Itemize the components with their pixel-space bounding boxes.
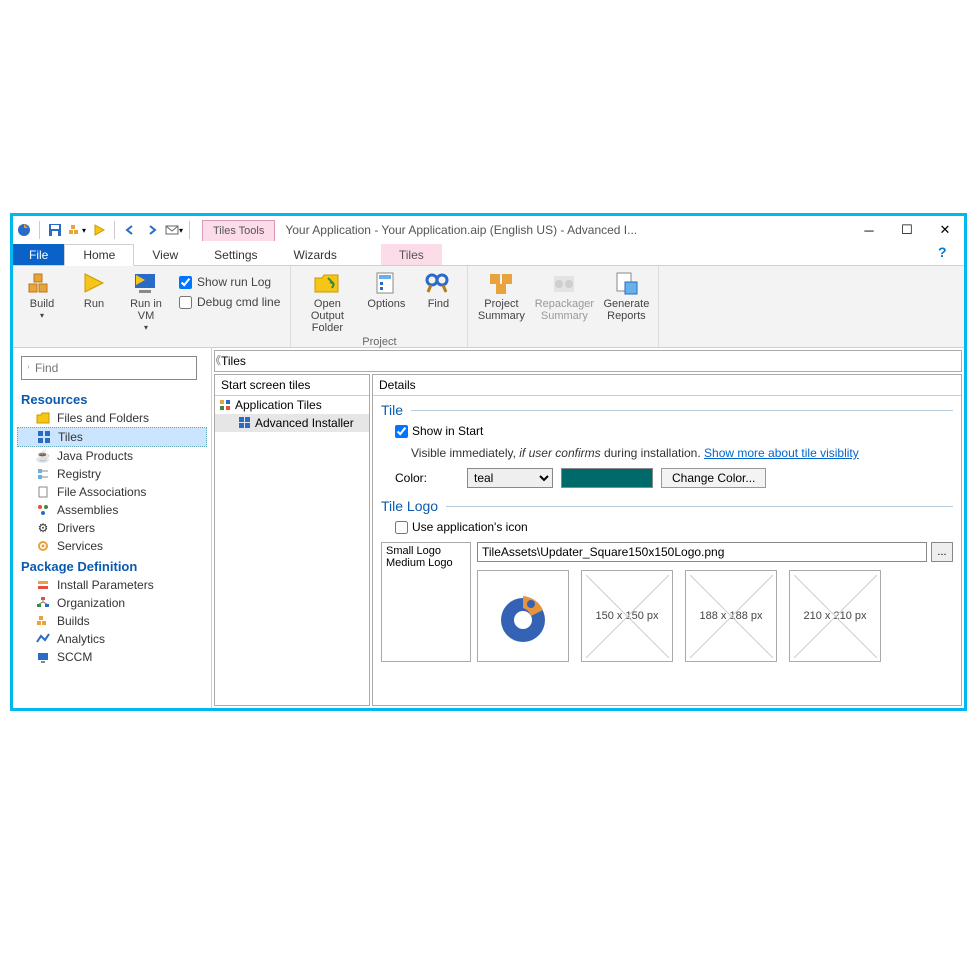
tile-logo-section-title: Tile Logo: [373, 492, 961, 516]
help-button[interactable]: ?: [938, 244, 964, 265]
maximize-button[interactable]: ☐: [888, 216, 926, 244]
close-button[interactable]: ✕: [926, 216, 964, 244]
open-output-button[interactable]: Open Output Folder: [297, 268, 357, 336]
medium-logo-item[interactable]: Medium Logo: [386, 557, 466, 569]
mail-icon[interactable]: ▾: [165, 221, 183, 239]
debug-cmd-checkbox[interactable]: Debug cmd line: [175, 292, 284, 312]
sidebar-item-analytics[interactable]: Analytics: [17, 630, 207, 648]
forward-icon[interactable]: [143, 221, 161, 239]
ribbon: Build▾ Run Run in VM▾ Show run Log Debug…: [13, 266, 964, 348]
logo-thumb-preview[interactable]: [477, 570, 569, 662]
small-logo-item[interactable]: Small Logo: [386, 545, 466, 557]
color-swatch: [561, 468, 653, 488]
browse-button[interactable]: ...: [931, 542, 953, 562]
project-summary-button[interactable]: Project Summary: [474, 268, 528, 324]
start-tiles-panel: Start screen tiles Application Tiles Adv…: [214, 374, 370, 706]
sidebar-item-assemblies[interactable]: Assemblies: [17, 501, 207, 519]
show-in-start-checkbox[interactable]: Show in Start: [395, 424, 483, 438]
search-icon: [28, 362, 29, 374]
drivers-icon: ⚙: [35, 520, 51, 536]
options-button[interactable]: Options: [363, 268, 409, 312]
java-icon: ☕: [35, 448, 51, 464]
details-header: Details: [373, 375, 961, 396]
run-vm-button[interactable]: Run in VM▾: [123, 268, 169, 335]
search-box[interactable]: [21, 356, 197, 380]
change-color-button[interactable]: Change Color...: [661, 468, 766, 488]
fileassoc-icon: [35, 484, 51, 500]
sidebar-item-drivers[interactable]: ⚙Drivers: [17, 519, 207, 537]
minimize-button[interactable]: ─: [850, 216, 888, 244]
details-panel: Details Tile Show in Start Visible immed…: [372, 374, 962, 706]
color-label: Color:: [395, 471, 459, 485]
tiles-tools-tab[interactable]: Tiles Tools: [202, 220, 275, 241]
sidebar-item-files[interactable]: Files and Folders: [17, 409, 207, 427]
advanced-installer-node[interactable]: Advanced Installer: [215, 414, 369, 432]
left-panel: 《 Resources Files and Folders Tiles ☕Jav…: [13, 348, 212, 708]
logo-thumb-210[interactable]: 210 x 210 px: [789, 570, 881, 662]
services-icon: [35, 538, 51, 554]
ribbon-tabs: File Home View Settings Wizards Tiles ?: [13, 244, 964, 266]
sidebar-item-install-params[interactable]: Install Parameters: [17, 576, 207, 594]
collapse-icon[interactable]: 《: [210, 352, 221, 368]
assemblies-icon: [35, 502, 51, 518]
tile-section-title: Tile: [373, 396, 961, 420]
search-input[interactable]: [35, 361, 190, 375]
app-tiles-icon: [219, 399, 231, 411]
sidebar-item-registry[interactable]: Registry: [17, 465, 207, 483]
sidebar-item-fileassoc[interactable]: File Associations: [17, 483, 207, 501]
logo-sizes-list[interactable]: Small Logo Medium Logo: [381, 542, 471, 662]
folder-icon: [35, 410, 51, 426]
package-header: Package Definition: [17, 555, 207, 576]
use-app-icon-checkbox[interactable]: Use application's icon: [395, 520, 528, 534]
build-button[interactable]: Build▾: [19, 268, 65, 323]
sidebar-item-sccm[interactable]: SCCM: [17, 648, 207, 666]
sidebar-item-tiles[interactable]: Tiles: [17, 427, 207, 447]
settings-tab[interactable]: Settings: [196, 244, 275, 265]
wizards-tab[interactable]: Wizards: [276, 244, 355, 265]
logo-thumb-188[interactable]: 188 x 188 px: [685, 570, 777, 662]
generate-reports-button[interactable]: Generate Reports: [600, 268, 652, 324]
analytics-icon: [35, 631, 51, 647]
sccm-icon: [35, 649, 51, 665]
sidebar-item-organization[interactable]: Organization: [17, 594, 207, 612]
start-panel-header: Start screen tiles: [215, 375, 369, 396]
tiles-icon: [36, 429, 52, 445]
titlebar: ▾ ▾ Tiles Tools Your Application - Your …: [13, 216, 964, 244]
tiles-context-tab[interactable]: Tiles: [381, 244, 442, 265]
back-icon[interactable]: [121, 221, 139, 239]
sidebar-item-services[interactable]: Services: [17, 537, 207, 555]
window-title: Your Application - Your Application.aip …: [285, 223, 850, 237]
repackager-summary-button: Repackager Summary: [534, 268, 594, 324]
visibility-link[interactable]: Show more about tile visiblity: [704, 446, 859, 460]
params-icon: [35, 577, 51, 593]
show-log-checkbox[interactable]: Show run Log: [175, 272, 284, 292]
run-icon[interactable]: [90, 221, 108, 239]
home-tab[interactable]: Home: [64, 244, 134, 266]
sidebar-item-builds[interactable]: Builds: [17, 612, 207, 630]
save-icon[interactable]: [46, 221, 64, 239]
org-icon: [35, 595, 51, 611]
view-tab[interactable]: View: [134, 244, 196, 265]
app-icon[interactable]: [15, 221, 33, 239]
logo-path-input[interactable]: [477, 542, 927, 562]
visibility-text: Visible immediately, if user confirms du…: [411, 446, 859, 460]
content-title: Tiles: [214, 350, 962, 372]
application-tiles-node[interactable]: Application Tiles: [215, 396, 369, 414]
build-icon[interactable]: ▾: [68, 221, 86, 239]
logo-thumb-150[interactable]: 150 x 150 px: [581, 570, 673, 662]
color-select[interactable]: teal: [467, 468, 553, 488]
resources-header: Resources: [17, 388, 207, 409]
run-button[interactable]: Run: [71, 268, 117, 312]
file-tab[interactable]: File: [13, 244, 64, 265]
find-button[interactable]: Find: [415, 268, 461, 312]
windows-icon: [239, 417, 251, 429]
builds-icon: [35, 613, 51, 629]
sidebar-item-java[interactable]: ☕Java Products: [17, 447, 207, 465]
registry-icon: [35, 466, 51, 482]
